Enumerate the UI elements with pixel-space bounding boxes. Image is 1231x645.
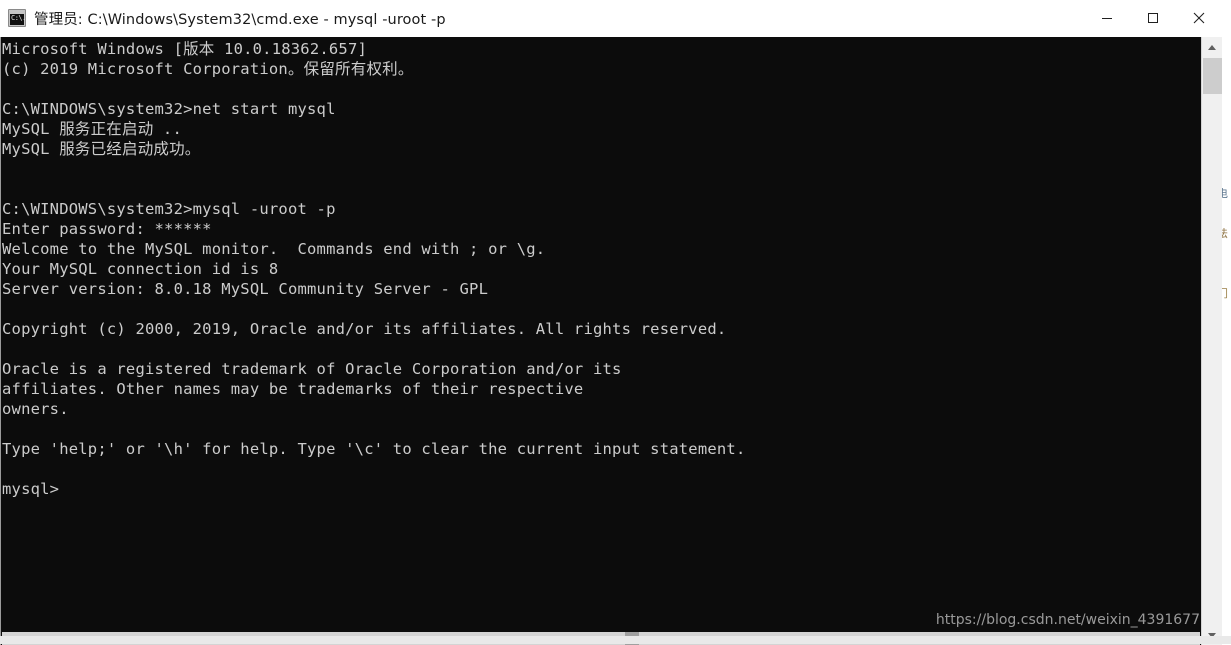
close-icon: [1193, 12, 1205, 24]
vertical-scrollbar[interactable]: [1201, 37, 1222, 645]
console-line: C:\WINDOWS\system32>net start mysql: [2, 100, 336, 118]
console-line: C:\WINDOWS\system32>mysql -uroot -p: [2, 200, 336, 218]
cmd-console-window: 管理员: C:\Windows\System32\cmd.exe - mysql…: [0, 0, 1222, 645]
console-line: owners.: [2, 400, 69, 418]
chevron-up-icon: [1208, 44, 1216, 50]
console-output[interactable]: Microsoft Windows [版本 10.0.18362.657] (c)…: [2, 37, 1200, 631]
console-line: (c) 2019 Microsoft Corporation。保留所有权利。: [2, 60, 414, 78]
maximize-icon: [1148, 13, 1158, 23]
minimize-button[interactable]: [1084, 0, 1130, 36]
maximize-button[interactable]: [1130, 0, 1176, 36]
console-line: MySQL 服务已经启动成功。: [2, 140, 201, 158]
cmd-console-icon: [8, 9, 26, 27]
console-line: Microsoft Windows [版本 10.0.18362.657]: [2, 40, 368, 58]
title-bar[interactable]: 管理员: C:\Windows\System32\cmd.exe - mysql…: [0, 0, 1222, 37]
scroll-up-button[interactable]: [1202, 37, 1222, 57]
console-line: Type 'help;' or '\h' for help. Type '\c'…: [2, 440, 746, 458]
console-line: Copyright (c) 2000, 2019, Oracle and/or …: [2, 320, 727, 338]
console-line: Enter password: ******: [2, 220, 212, 238]
console-line: mysql>: [2, 480, 60, 498]
console-client-area[interactable]: Microsoft Windows [版本 10.0.18362.657] (c)…: [0, 37, 1222, 645]
console-line: MySQL 服务正在启动 ..: [2, 120, 182, 138]
console-line: Oracle is a registered trademark of Orac…: [2, 360, 622, 378]
minimize-icon: [1102, 18, 1112, 19]
console-line: affiliates. Other names may be trademark…: [2, 380, 584, 398]
desktop-background: 、 电 法 门 管理员: C:\Windows\System32\cmd.exe…: [0, 0, 1231, 645]
close-button[interactable]: [1176, 0, 1222, 36]
window-title: 管理员: C:\Windows\System32\cmd.exe - mysql…: [34, 11, 446, 28]
vertical-scrollbar-thumb[interactable]: [1203, 58, 1222, 94]
window-controls: [1084, 0, 1222, 36]
console-line: Server version: 8.0.18 MySQL Community S…: [2, 280, 489, 298]
watermark-text: https://blog.csdn.net/weixin_4391677: [935, 612, 1200, 628]
desktop-bottom-strip: [0, 636, 1231, 644]
console-line: Welcome to the MySQL monitor. Commands e…: [2, 240, 546, 258]
console-line: Your MySQL connection id is 8: [2, 260, 279, 278]
